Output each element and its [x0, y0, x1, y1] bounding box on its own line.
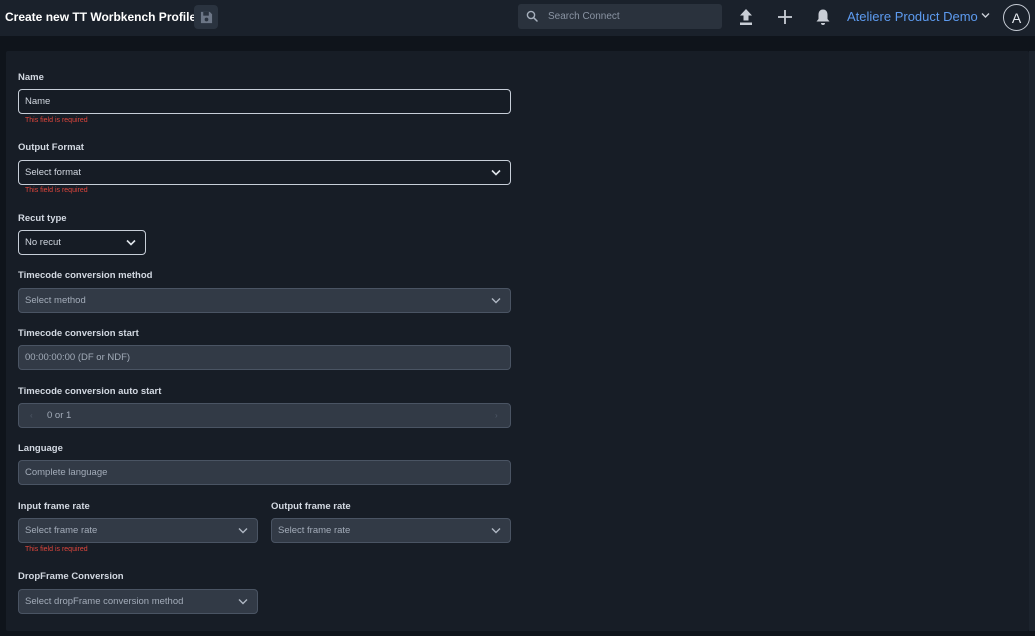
dropframe-select[interactable]: Select dropFrame conversion method — [18, 589, 258, 614]
tc-auto-start-label: Timecode conversion auto start — [18, 386, 162, 397]
top-bar: Create new TT Worbkench Profile A — [0, 0, 1035, 36]
search-icon — [526, 10, 538, 22]
recut-type-select[interactable]: No recut — [18, 230, 146, 255]
save-button[interactable] — [194, 5, 218, 29]
dropframe-label: DropFrame Conversion — [18, 571, 124, 582]
language-label: Language — [18, 443, 63, 454]
name-input[interactable]: Name — [18, 89, 511, 114]
decrement-icon[interactable]: ‹ — [30, 411, 33, 420]
tc-method-label: Timecode conversion method — [18, 270, 153, 281]
tc-method-select[interactable]: Select method — [18, 288, 511, 313]
output-frame-rate-select[interactable]: Select frame rate — [271, 518, 511, 543]
account-menu-button[interactable]: Ateliere Product Demo — [847, 9, 978, 24]
recut-type-label: Recut type — [18, 213, 67, 224]
plus-icon — [778, 10, 792, 24]
increment-icon[interactable]: › — [495, 411, 498, 420]
upload-icon — [740, 9, 752, 25]
dropframe-value: Select dropFrame conversion method — [25, 596, 184, 607]
scrollbar[interactable] — [1029, 51, 1035, 631]
chevron-down-icon[interactable] — [981, 12, 990, 19]
chevron-down-icon — [491, 298, 501, 304]
input-frame-rate-value: Select frame rate — [25, 525, 98, 536]
tc-auto-start-value: 0 or 1 — [47, 410, 72, 421]
floppy-disk-icon — [200, 11, 212, 23]
output-format-error: This field is required — [25, 187, 88, 194]
form-panel — [6, 51, 1029, 631]
search-box[interactable] — [518, 4, 722, 29]
tc-method-value: Select method — [25, 295, 86, 306]
input-frame-rate-error: This field is required — [25, 546, 88, 553]
output-frame-rate-value: Select frame rate — [278, 525, 351, 536]
name-error: This field is required — [25, 117, 88, 124]
output-frame-rate-label: Output frame rate — [271, 501, 351, 512]
tc-start-input[interactable]: 00:00:00:00 (DF or NDF) — [18, 345, 511, 370]
chevron-down-icon — [491, 528, 501, 534]
output-format-select[interactable]: Select format — [18, 160, 511, 185]
tc-auto-start-stepper[interactable]: ‹ 0 or 1 › — [18, 403, 511, 428]
recut-type-value: No recut — [25, 237, 61, 248]
search-input[interactable] — [548, 4, 718, 29]
language-input[interactable]: Complete language — [18, 460, 511, 485]
output-format-value: Select format — [25, 167, 81, 178]
input-frame-rate-label: Input frame rate — [18, 501, 90, 512]
output-format-label: Output Format — [18, 142, 84, 153]
tc-start-label: Timecode conversion start — [18, 328, 139, 339]
chevron-down-icon — [491, 169, 501, 176]
upload-button[interactable] — [738, 8, 754, 26]
chevron-down-icon — [238, 528, 248, 534]
add-button[interactable] — [777, 8, 793, 26]
notifications-button[interactable] — [815, 8, 831, 26]
name-label: Name — [18, 72, 44, 83]
page-title: Create new TT Worbkench Profile — [5, 10, 197, 24]
avatar[interactable]: A — [1003, 4, 1030, 31]
bell-icon — [816, 9, 830, 25]
input-frame-rate-select[interactable]: Select frame rate — [18, 518, 258, 543]
chevron-down-icon — [126, 239, 136, 246]
chevron-down-icon — [238, 599, 248, 605]
